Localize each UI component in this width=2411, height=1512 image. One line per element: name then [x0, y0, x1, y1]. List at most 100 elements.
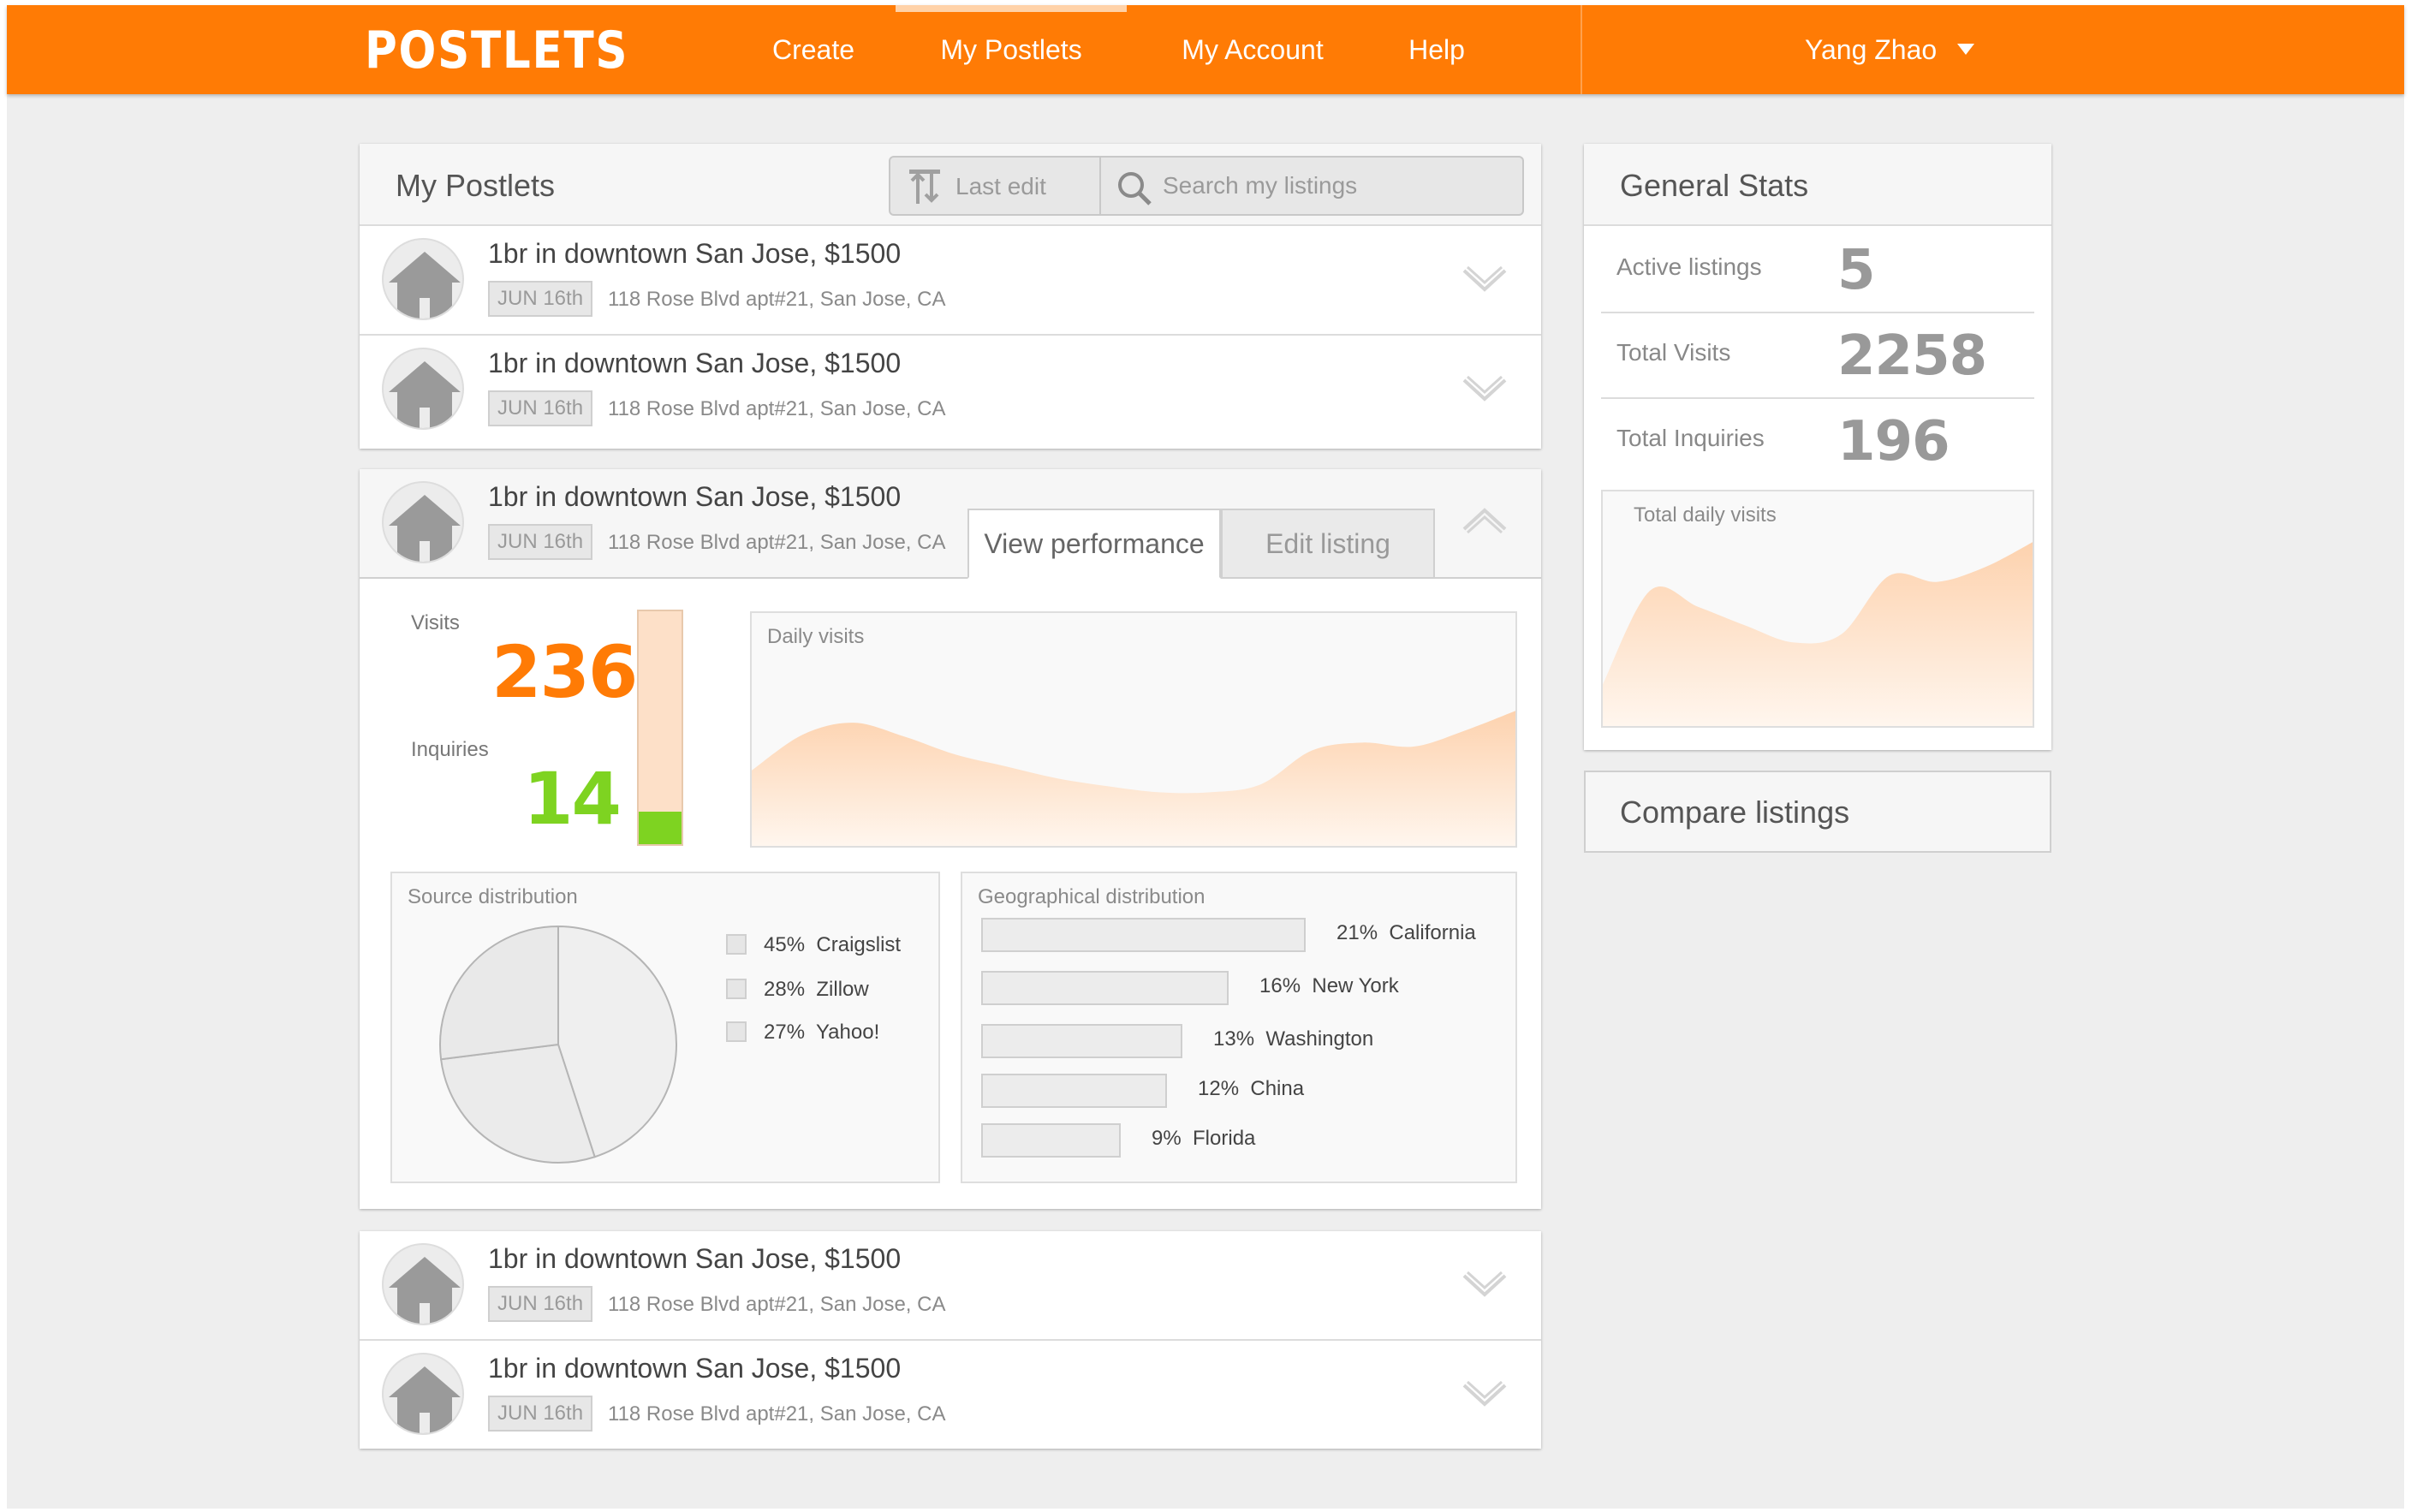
listing-avatar	[382, 348, 464, 430]
compare-listings-button[interactable]: Compare listings	[1584, 771, 2051, 853]
legend-item: 28% Zillow	[726, 978, 869, 1002]
listing-row[interactable]: 1br in downtown San Jose, $1500 JUN 16th…	[360, 1231, 1541, 1339]
logo[interactable]: POSTLETS	[365, 21, 628, 80]
house-icon	[389, 1366, 461, 1433]
listing-title[interactable]: 1br in downtown San Jose, $1500	[488, 481, 901, 513]
my-postlets-header: My Postlets Last edit	[360, 144, 1541, 226]
geo-bar	[981, 1123, 1121, 1158]
geo-bar	[981, 1024, 1182, 1058]
compare-listings-label: Compare listings	[1620, 795, 1850, 830]
daily-visits-chart	[752, 711, 1515, 846]
listing-avatar	[382, 238, 464, 320]
total-daily-visits-card: Total daily visits	[1601, 490, 2034, 728]
listing-date: JUN 16th	[488, 1286, 593, 1322]
general-stats-panel: General Stats Active listings 5 Total Vi…	[1584, 144, 2051, 750]
search-icon	[1118, 172, 1152, 205]
geo-bar	[981, 971, 1229, 1005]
nav-create[interactable]: Create	[753, 5, 873, 94]
listing-date: JUN 16th	[488, 524, 593, 560]
source-pie-chart	[439, 925, 677, 1164]
house-icon	[389, 495, 461, 562]
caret-down-icon	[1957, 44, 1975, 56]
user-name: Yang Zhao	[1805, 34, 1938, 65]
chevron-down-icon[interactable]	[1462, 265, 1507, 295]
listing-title[interactable]: 1br in downtown San Jose, $1500	[488, 238, 901, 270]
geo-bar	[981, 1074, 1167, 1108]
area-fill	[752, 711, 1515, 846]
stat-total-visits: Total Visits 2258	[1601, 313, 2034, 399]
house-icon	[389, 361, 461, 428]
legend-name: Zillow	[816, 978, 869, 1001]
chevron-down-icon[interactable]	[1462, 375, 1507, 404]
visits-count: 236	[491, 630, 638, 714]
legend-pct: 27%	[764, 1021, 806, 1044]
chevron-down-icon[interactable]	[1462, 1271, 1507, 1300]
legend-pct: 28%	[764, 978, 806, 1001]
nav-my-account[interactable]: My Account	[1154, 5, 1351, 94]
tab-view-performance[interactable]: View performance	[967, 509, 1221, 579]
inquiries-fill	[639, 811, 682, 844]
source-distribution-card: Source distribution 45% Craigslist 28% Z…	[390, 872, 940, 1183]
geo-bar-label: 9% Florida	[1152, 1127, 1256, 1150]
stat-label: Total Visits	[1616, 339, 1731, 366]
source-distribution-title: Source distribution	[408, 885, 578, 908]
listing-date: JUN 16th	[488, 1396, 593, 1432]
pie-slice-yahoo	[439, 925, 559, 1061]
expanded-listing-panel: 1br in downtown San Jose, $1500 JUN 16th…	[360, 469, 1541, 1209]
sort-label: Last edit	[955, 173, 1046, 199]
listing-avatar	[382, 1353, 464, 1435]
listing-avatar	[382, 481, 464, 563]
daily-visits-card: Daily visits	[750, 611, 1517, 848]
nav-my-postlets[interactable]: My Postlets	[896, 5, 1127, 94]
geo-bar-label: 13% Washington	[1213, 1027, 1374, 1051]
listing-row[interactable]: 1br in downtown San Jose, $1500 JUN 16th…	[360, 1339, 1541, 1447]
legend-name: Yahoo!	[815, 1021, 880, 1044]
legend-item: 45% Craigslist	[726, 933, 901, 957]
listing-address: 118 Rose Blvd apt#21, San Jose, CA	[608, 1402, 946, 1426]
inquiries-label: Inquiries	[411, 738, 489, 761]
listing-row[interactable]: 1br in downtown San Jose, $1500 JUN 16th…	[360, 226, 1541, 334]
listing-address: 118 Rose Blvd apt#21, San Jose, CA	[608, 1293, 946, 1316]
chevron-up-icon[interactable]	[1462, 505, 1507, 534]
house-icon	[389, 252, 461, 318]
user-menu[interactable]: Yang Zhao	[1805, 5, 1975, 94]
stat-label: Active listings	[1616, 253, 1762, 280]
expanded-listing-header: 1br in downtown San Jose, $1500 JUN 16th…	[360, 469, 1541, 579]
legend-pct: 45%	[764, 933, 806, 956]
listing-row[interactable]: 1br in downtown San Jose, $1500 JUN 16th…	[360, 334, 1541, 442]
chevron-down-icon[interactable]	[1462, 1380, 1507, 1409]
house-icon	[389, 1257, 461, 1324]
general-stats-header: General Stats	[1584, 144, 2051, 226]
listing-address: 118 Rose Blvd apt#21, San Jose, CA	[608, 288, 946, 311]
tab-edit-listing[interactable]: Edit listing	[1221, 509, 1435, 579]
listing-title[interactable]: 1br in downtown San Jose, $1500	[488, 348, 901, 379]
top-nav-bar: POSTLETS Create My Postlets My Account H…	[7, 5, 2404, 94]
more-listings-panel: 1br in downtown San Jose, $1500 JUN 16th…	[360, 1231, 1541, 1449]
listing-address: 118 Rose Blvd apt#21, San Jose, CA	[608, 397, 946, 420]
geo-bar	[981, 918, 1306, 952]
search-input[interactable]	[1163, 166, 1505, 205]
stat-label: Total Inquiries	[1616, 425, 1765, 451]
inquiries-count: 14	[523, 757, 622, 841]
geo-bar-label: 16% New York	[1259, 974, 1399, 997]
area-fill	[1603, 542, 2033, 726]
app-frame: POSTLETS Create My Postlets My Account H…	[7, 5, 2404, 1509]
listing-title[interactable]: 1br in downtown San Jose, $1500	[488, 1353, 901, 1384]
legend-item: 27% Yahoo!	[726, 1021, 879, 1045]
legend-swatch	[726, 933, 747, 955]
listing-address: 118 Rose Blvd apt#21, San Jose, CA	[608, 531, 946, 554]
visits-label: Visits	[411, 611, 460, 634]
geo-distribution-card: Geographical distribution 21% California…	[961, 872, 1517, 1183]
sort-button[interactable]: Last edit	[889, 156, 1101, 216]
nav-help[interactable]: Help	[1385, 5, 1488, 94]
geo-bar-label: 21% California	[1336, 921, 1476, 944]
legend-name: Craigslist	[816, 933, 902, 956]
legend-swatch	[726, 978, 747, 999]
my-postlets-panel: My Postlets Last edit 1br	[360, 144, 1541, 449]
stat-value: 2258	[1837, 324, 1987, 388]
listing-title[interactable]: 1br in downtown San Jose, $1500	[488, 1243, 901, 1275]
geo-bar-label: 12% China	[1198, 1077, 1305, 1100]
total-daily-visits-chart	[1603, 542, 2033, 726]
stat-value: 196	[1837, 410, 1950, 473]
stat-total-inquiries: Total Inquiries 196	[1601, 399, 2034, 485]
